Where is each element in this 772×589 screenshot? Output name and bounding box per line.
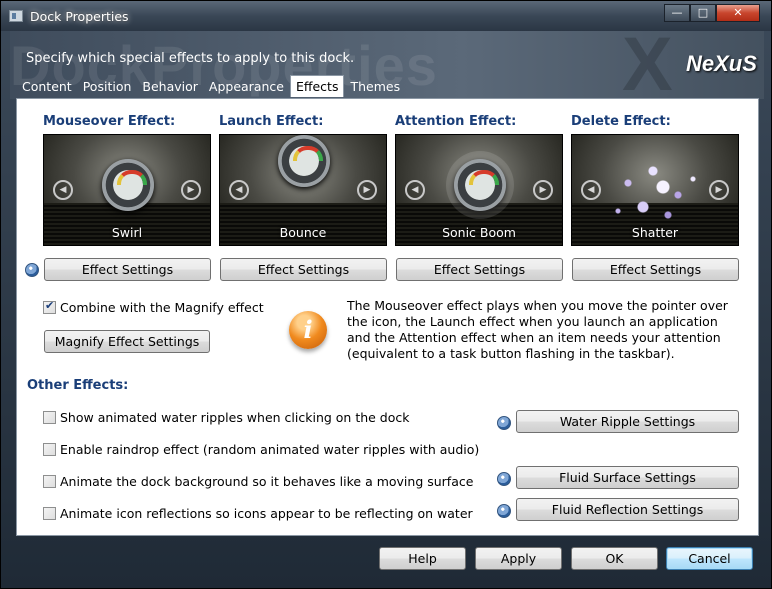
combine-magnify-checkbox[interactable] xyxy=(43,299,56,314)
launch-effect-caption: Bounce xyxy=(279,225,327,240)
globe-icon[interactable] xyxy=(497,472,511,486)
help-button[interactable]: Help xyxy=(379,547,466,570)
fluid-surface-settings-button[interactable]: Fluid Surface Settings xyxy=(516,466,739,489)
nexus-logo: NeXuS xyxy=(686,51,757,76)
launch-effect-settings-button[interactable]: Effect Settings xyxy=(220,258,387,281)
cancel-button[interactable]: Cancel xyxy=(666,547,753,570)
tab-bar: Content Position Behavior Appearance Eff… xyxy=(17,75,406,98)
globe-icon[interactable] xyxy=(25,263,39,277)
tab-position[interactable]: Position xyxy=(78,77,137,97)
apply-button[interactable]: Apply xyxy=(475,547,562,570)
water-ripples-label[interactable]: Show animated water ripples when clickin… xyxy=(60,410,410,425)
window-title: Dock Properties xyxy=(30,9,129,24)
shatter-particles xyxy=(608,151,708,231)
icon-reflections-checkbox[interactable] xyxy=(43,507,56,520)
icon-reflections-label[interactable]: Animate icon reflections so icons appear… xyxy=(60,506,473,521)
close-button[interactable]: ✕ xyxy=(716,4,760,22)
mouseover-effect-preview: ◀ ▶ Swirl xyxy=(43,134,211,246)
effects-panel: Mouseover Effect: ◀ ▶ Swirl Launch Effec… xyxy=(16,98,759,536)
next-arrow-icon[interactable]: ▶ xyxy=(709,180,729,200)
globe-icon[interactable] xyxy=(497,504,511,518)
launch-effect-preview: ◀ ▶ Bounce xyxy=(219,134,387,246)
gauge-icon xyxy=(454,159,506,211)
attention-effect-settings-button[interactable]: Effect Settings xyxy=(396,258,563,281)
other-effects-heading: Other Effects: xyxy=(27,378,129,393)
attention-effect-heading: Attention Effect: xyxy=(395,114,517,129)
tab-behavior[interactable]: Behavior xyxy=(137,77,203,97)
mouseover-effect-caption: Swirl xyxy=(111,225,143,240)
delete-effect-caption: Shatter xyxy=(631,225,679,240)
attention-effect-caption: Sonic Boom xyxy=(442,225,516,240)
delete-effect-preview: ◀ ▶ Shatter xyxy=(571,134,739,246)
mouseover-effect-settings-button[interactable]: Effect Settings xyxy=(44,258,211,281)
delete-effect-heading: Delete Effect: xyxy=(571,114,671,129)
combine-magnify-label[interactable]: Combine with the Magnify effect xyxy=(60,300,264,315)
globe-icon[interactable] xyxy=(497,416,511,430)
previous-arrow-icon[interactable]: ◀ xyxy=(581,180,601,200)
minimize-button[interactable]: — xyxy=(664,4,690,22)
tab-content[interactable]: Content xyxy=(17,77,77,97)
tab-themes[interactable]: Themes xyxy=(345,77,405,97)
dock-properties-window: Dock Properties — □ ✕ DockProperties X S… xyxy=(0,0,772,589)
raindrop-effect-label[interactable]: Enable raindrop effect (random animated … xyxy=(60,442,479,457)
previous-arrow-icon[interactable]: ◀ xyxy=(229,180,249,200)
next-arrow-icon[interactable]: ▶ xyxy=(181,180,201,200)
maximize-button[interactable]: □ xyxy=(690,4,716,22)
launch-effect-heading: Launch Effect: xyxy=(219,114,324,129)
water-ripples-checkbox[interactable] xyxy=(43,411,56,424)
next-arrow-icon[interactable]: ▶ xyxy=(533,180,553,200)
info-icon: i xyxy=(289,311,327,349)
tab-effects[interactable]: Effects xyxy=(289,75,345,97)
magnify-effect-settings-button[interactable]: Magnify Effect Settings xyxy=(44,330,210,353)
animate-background-checkbox[interactable] xyxy=(43,475,56,488)
water-ripple-settings-button[interactable]: Water Ripple Settings xyxy=(516,410,739,433)
animate-background-label[interactable]: Animate the dock background so it behave… xyxy=(60,474,473,489)
ok-button[interactable]: OK xyxy=(571,547,658,570)
tab-appearance[interactable]: Appearance xyxy=(204,77,289,97)
banner-x-graphic: X xyxy=(622,22,673,107)
mouseover-effect-heading: Mouseover Effect: xyxy=(43,114,176,129)
fluid-reflection-settings-button[interactable]: Fluid Reflection Settings xyxy=(516,498,739,521)
next-arrow-icon[interactable]: ▶ xyxy=(357,180,377,200)
delete-effect-settings-button[interactable]: Effect Settings xyxy=(572,258,739,281)
info-text: The Mouseover effect plays when you move… xyxy=(347,298,728,361)
attention-effect-preview: ◀ ▶ Sonic Boom xyxy=(395,134,563,246)
banner-subtitle: Specify which special effects to apply t… xyxy=(26,51,355,66)
previous-arrow-icon[interactable]: ◀ xyxy=(53,180,73,200)
app-icon xyxy=(9,10,23,22)
previous-arrow-icon[interactable]: ◀ xyxy=(405,180,425,200)
raindrop-effect-checkbox[interactable] xyxy=(43,443,56,456)
caption-buttons: — □ ✕ xyxy=(664,4,760,22)
gauge-icon xyxy=(102,159,154,211)
gauge-icon xyxy=(278,135,330,187)
